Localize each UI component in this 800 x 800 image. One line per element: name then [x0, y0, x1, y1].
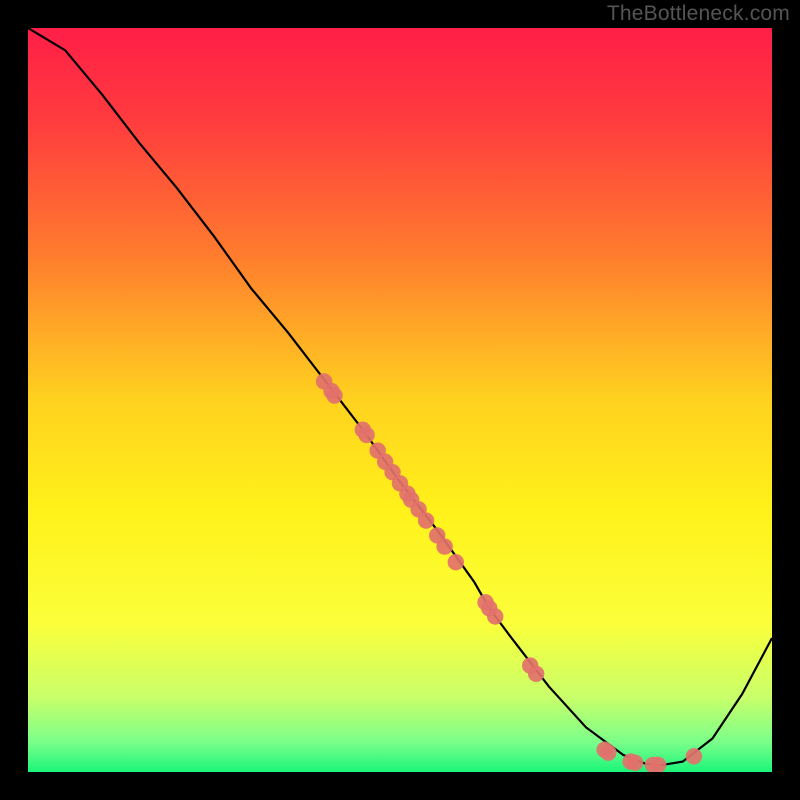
data-point	[358, 427, 374, 443]
data-point	[528, 666, 544, 682]
data-point	[487, 608, 503, 624]
data-point	[600, 744, 616, 760]
plot-area	[28, 28, 772, 772]
data-point	[448, 554, 464, 570]
watermark-text: TheBottleneck.com	[607, 2, 790, 26]
data-point	[436, 538, 452, 554]
data-point	[326, 387, 342, 403]
data-point	[627, 755, 643, 771]
gradient-background	[28, 28, 772, 772]
data-point	[418, 512, 434, 528]
chart-svg	[28, 28, 772, 772]
chart-frame: TheBottleneck.com	[0, 0, 800, 800]
data-point	[686, 748, 702, 764]
